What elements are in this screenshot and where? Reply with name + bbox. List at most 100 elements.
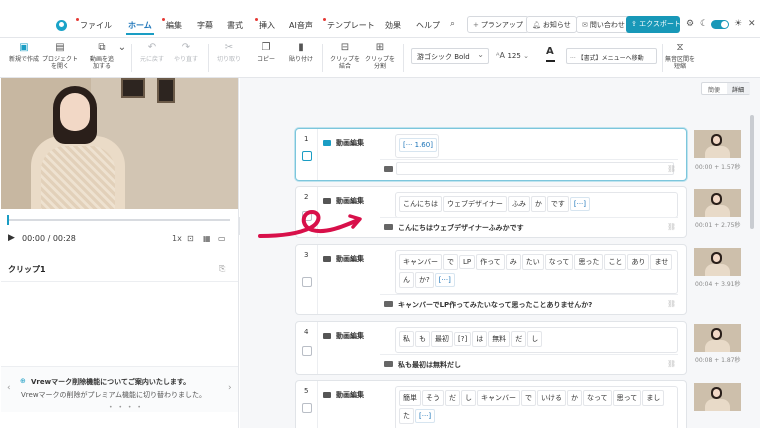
edit-icon[interactable]: ⎘ (219, 264, 225, 274)
menu-effects[interactable]: 効果 (385, 20, 401, 31)
clip-thumbnail[interactable] (694, 248, 741, 276)
clip-thumbnail[interactable] (694, 189, 741, 217)
add-video-dropdown[interactable]: ⌄ (117, 42, 127, 56)
merge-clip-button[interactable]: ⊟ クリップを結合 (328, 42, 362, 70)
subtitle-input[interactable] (396, 162, 674, 175)
format-menu-button[interactable]: ··· 【書式】メニューへ移動 (566, 48, 657, 64)
clip-card[interactable]: 4 動画編集 私も最初 [?] は無料だし 私も最初は無料だし ⛓ (295, 321, 687, 375)
word-chip[interactable]: 私 (399, 331, 414, 347)
link-icon[interactable]: ⛓ (667, 223, 676, 231)
subtitle-text[interactable]: キャンバーでLP作ってみたいなって思ったことありませんか? (398, 300, 592, 310)
notice-button[interactable]: 🔔︎ お知らせ (526, 16, 577, 33)
word-chip[interactable]: で (521, 390, 536, 406)
new-project-button[interactable]: ▣ 新規で作成 (8, 42, 40, 63)
font-color-button[interactable]: A (546, 46, 555, 62)
word-chip[interactable]: か (567, 390, 582, 406)
undo-button[interactable]: ↶ 元に戻す (138, 42, 166, 63)
menu-subtitle[interactable]: 字幕 (197, 20, 213, 31)
word-chip[interactable]: なって (544, 254, 574, 270)
word-chip[interactable]: ませ (650, 254, 673, 270)
word-chip[interactable]: し (461, 390, 476, 406)
word-chip[interactable]: で (443, 254, 458, 270)
split-clip-button[interactable]: ⊞ クリップを分割 (364, 42, 396, 70)
pager-dots[interactable]: • • • • (109, 404, 143, 411)
word-chip[interactable]: だ (511, 331, 527, 347)
font-size-select[interactable]: ᴬA 125 ⌄ (492, 48, 538, 64)
clip-card[interactable]: 3 動画編集 キャンバーで LP 作ってみたい なって 思った こと あり ません か? [···… (295, 244, 687, 315)
playback-knob[interactable] (7, 215, 9, 225)
word-chip[interactable]: ん (399, 272, 414, 288)
word-chip[interactable]: 思った (574, 254, 604, 270)
menu-format[interactable]: 書式 (227, 20, 243, 31)
tab-detail[interactable]: 詳細 (727, 83, 750, 94)
clip-card[interactable]: 1 動画編集 [··· 1.60] ⛓ (295, 128, 687, 181)
word-chip[interactable]: み (505, 254, 521, 270)
silence-word[interactable]: [···] (434, 273, 455, 287)
account-avatar[interactable] (56, 20, 67, 31)
menu-template[interactable]: テンプレート (323, 18, 375, 31)
font-family-select[interactable]: 游ゴシック Bold (411, 48, 489, 64)
close-icon[interactable]: ✕ (748, 19, 756, 29)
search-icon[interactable]: ⌕ (450, 19, 455, 29)
word-chip[interactable]: いける (537, 390, 566, 406)
word-chip[interactable]: キャンバー (477, 390, 520, 406)
silence-word[interactable]: [··· 1.60] (399, 138, 437, 152)
vertical-scrollbar[interactable] (750, 115, 754, 229)
clip-thumbnail[interactable] (694, 130, 741, 158)
subtitle-text[interactable]: 私も最初は無料だし (398, 360, 461, 370)
copy-button[interactable]: ❐ コピー (252, 42, 280, 63)
word-chip[interactable]: たい (521, 254, 544, 270)
word-chip[interactable]: まし (642, 390, 665, 406)
word-chip[interactable]: し (527, 331, 543, 347)
word-chip[interactable]: た (399, 408, 414, 424)
link-icon[interactable]: ⛓ (667, 300, 676, 308)
word-chip[interactable]: か? (415, 272, 434, 288)
add-video-button[interactable]: ⧉ 動画を追加する (88, 42, 116, 70)
word-chip[interactable]: ふみ (507, 196, 530, 212)
menu-help[interactable]: ヘルプ (416, 20, 440, 31)
open-project-button[interactable]: ▤ プロジェクトを開く (42, 42, 78, 70)
menu-edit[interactable]: 編集 (162, 18, 182, 31)
word-chip[interactable]: そう (422, 390, 444, 406)
word-chip[interactable]: ウェブデザイナー (443, 196, 507, 212)
word-chip[interactable]: [?] (454, 332, 472, 346)
plan-up-button[interactable]: + プランアップ (467, 16, 529, 33)
clip-checkbox[interactable] (302, 151, 312, 161)
word-chip[interactable]: 最初 (431, 331, 453, 347)
chevron-right-icon[interactable]: › (228, 383, 232, 393)
gear-icon[interactable]: ⚙ (686, 19, 694, 29)
chevron-left-icon[interactable]: ‹ (7, 383, 11, 393)
fullscreen-icon[interactable]: ▭ (218, 234, 226, 243)
word-chip[interactable]: だ (445, 390, 460, 406)
theme-toggle[interactable] (711, 20, 729, 29)
shorten-silence-button[interactable]: ⧖ 無音区間を短縮 (664, 42, 696, 70)
clip-checkbox[interactable] (302, 346, 312, 356)
word-chip[interactable]: 簡単 (399, 390, 421, 406)
word-chip[interactable]: なって (583, 390, 612, 406)
word-chip[interactable]: 作って (476, 254, 505, 270)
cut-button[interactable]: ✂ 切り取り (215, 42, 243, 63)
link-icon[interactable]: ⛓ (667, 165, 676, 173)
word-chip[interactable]: 思って (612, 390, 642, 406)
word-chip[interactable]: 無料 (488, 331, 511, 347)
clip-checkbox[interactable] (302, 403, 312, 413)
capture-icon[interactable]: ⊡ (187, 234, 194, 243)
grid-icon[interactable]: ▦ (203, 234, 211, 243)
word-chip[interactable]: LP (459, 255, 476, 269)
contact-button[interactable]: ✉ 問い合わせ (576, 16, 631, 33)
play-icon[interactable]: ▶ (8, 233, 15, 243)
redo-button[interactable]: ↷ やり直す (172, 42, 200, 63)
silence-word[interactable]: [···] (415, 409, 436, 423)
clip-thumbnail[interactable] (694, 324, 741, 352)
notice-banner[interactable]: ‹ ⊕ Vrewマーク削除機能についてご案内いたします。 Vrewマークの削除が… (1, 366, 238, 412)
word-chip[interactable]: です (546, 196, 569, 212)
word-chip[interactable]: あり (627, 254, 650, 270)
paste-button[interactable]: ▮ 貼り付け (287, 42, 315, 63)
export-button[interactable]: ⇪ エクスポート (626, 16, 681, 33)
menu-file[interactable]: ファイル (76, 18, 112, 31)
word-chip[interactable]: キャンバー (399, 254, 442, 270)
subtitle-text[interactable]: こんにちはウェブデザイナーふみかです (398, 223, 524, 233)
menu-ai-voice[interactable]: AI音声 (289, 20, 313, 31)
speed-button[interactable]: 1x (172, 234, 182, 243)
clip-card[interactable]: 5 動画編集 簡単 そうだしキャンバーでいけるかなって 思って ました [···] (295, 380, 687, 428)
